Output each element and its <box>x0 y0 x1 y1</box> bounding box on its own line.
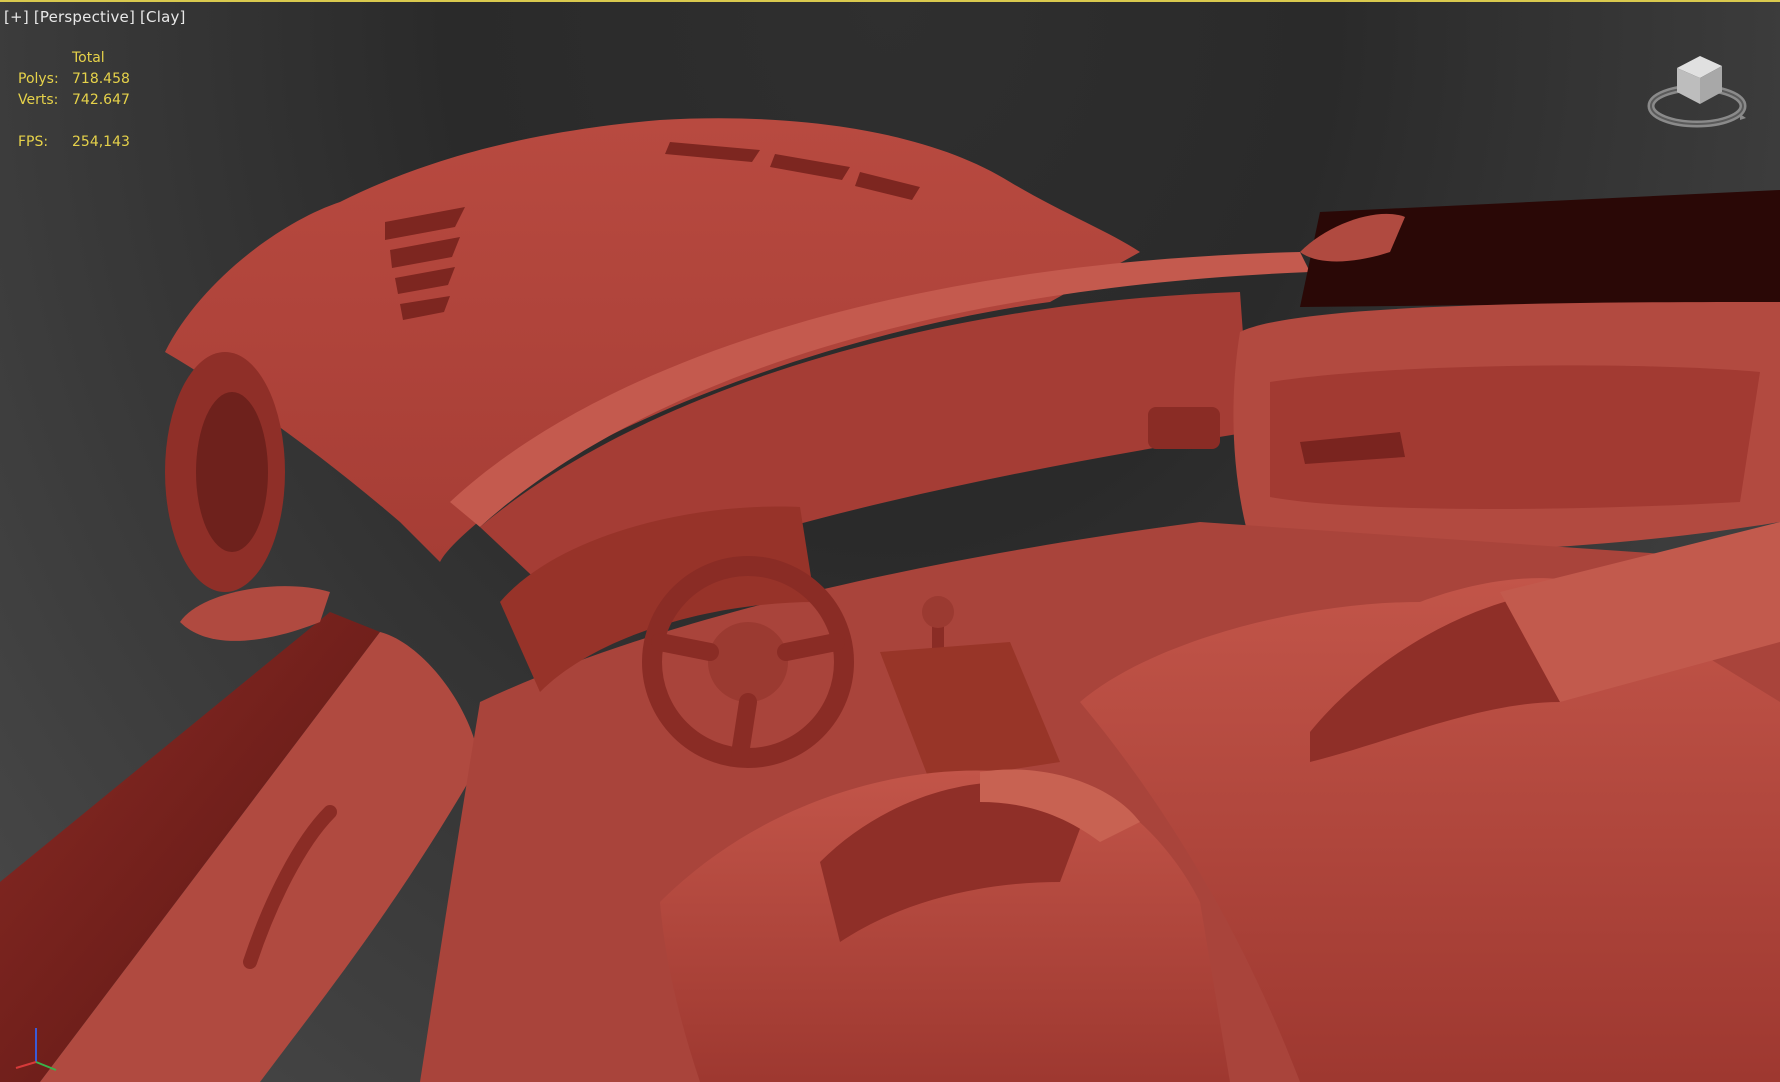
stats-polys-label: Polys: <box>18 71 59 87</box>
viewport-menu-perspective[interactable]: [Perspective] <box>34 8 135 26</box>
viewport-menu-plus[interactable]: [+] <box>4 8 29 26</box>
stats-fps-row: FPS: 254,143 <box>18 132 162 153</box>
stats-verts-label: Verts: <box>18 92 59 108</box>
viewport-menu-shading[interactable]: [Clay] <box>140 8 186 26</box>
stats-fps-value: 254,143 <box>72 134 130 150</box>
stats-header-row: Total <box>18 48 162 69</box>
stats-verts-row: Verts: 742.647 <box>18 90 162 111</box>
stats-fps-label: FPS: <box>18 134 49 150</box>
viewcube-icon[interactable] <box>1642 44 1752 134</box>
axis-tripod-icon <box>15 1028 57 1071</box>
viewport-statistics: Total Polys: 718.458 Verts: 742.647 FPS:… <box>18 48 162 153</box>
stats-polys-row: Polys: 718.458 <box>18 69 162 90</box>
viewport-label[interactable]: [+] [Perspective] [Clay] <box>4 8 186 26</box>
car-model-render[interactable] <box>0 2 1780 1082</box>
stats-total-header: Total <box>72 50 105 66</box>
viewport-perspective[interactable]: [+] [Perspective] [Clay] Total Polys: 71… <box>0 0 1780 1082</box>
stats-polys-value: 718.458 <box>72 71 130 87</box>
stats-verts-value: 742.647 <box>72 92 130 108</box>
